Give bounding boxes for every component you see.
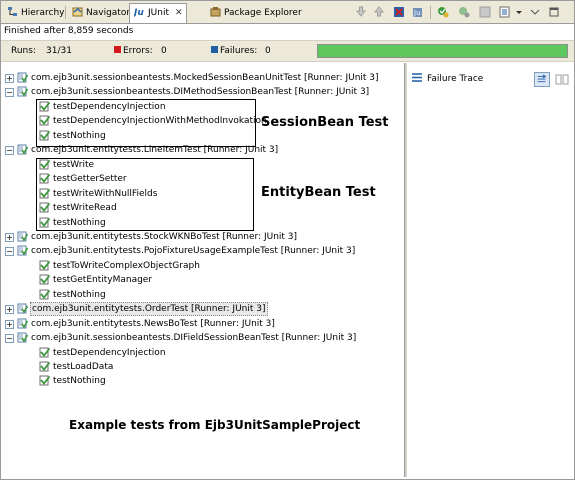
minimize-icon[interactable] (529, 6, 541, 18)
test-pass-icon (39, 361, 50, 372)
expand-toggle-icon[interactable]: + (5, 319, 14, 329)
test-case-label: testGetEntityManager (53, 275, 153, 286)
svg-text:Ju: Ju (134, 8, 144, 17)
tab-package-explorer[interactable]: Package Explorer (206, 4, 305, 22)
tab-junit[interactable]: Ju JUnit ✕ (129, 3, 187, 23)
view-tab-bar: Hierarchy Navigator Ju JUnit ✕ Package Exp… (1, 1, 574, 24)
chevron-down-icon[interactable] (515, 6, 523, 18)
test-suite-label: com.ejb3unit.sessionbeantests.DIFieldSes… (31, 333, 357, 344)
runs-value: 31/31 (46, 46, 72, 56)
hierarchy-icon (8, 7, 17, 16)
failures-counter: Failures: (211, 45, 257, 57)
status-text: Finished after 8,859 seconds (4, 26, 134, 36)
test-suite-pass-icon (17, 332, 28, 343)
test-suite-pass-icon (17, 72, 28, 83)
test-suite-label: com.ejb3unit.entitytests.OrderTest [Runn… (30, 302, 268, 317)
test-suite-pass-icon (17, 231, 28, 242)
test-suite-pass-icon (17, 144, 28, 155)
failures-value: 0 (265, 46, 271, 56)
failure-trace-header: Failure Trace (412, 71, 483, 87)
test-suite-pass-icon (17, 303, 28, 314)
collapse-toggle-icon[interactable]: − (5, 334, 14, 344)
compare-results-icon[interactable] (554, 72, 570, 87)
scroll-lock-icon[interactable] (458, 6, 470, 18)
expand-toggle-icon[interactable]: + (5, 74, 14, 83)
stop-icon[interactable] (393, 6, 405, 18)
error-icon (114, 46, 121, 53)
close-tab-icon[interactable]: ✕ (175, 4, 183, 22)
test-suite-pass-icon (17, 86, 28, 97)
errors-value: 0 (161, 46, 167, 56)
footer-annotation: Example tests from Ejb3UnitSampleProject (69, 418, 361, 432)
entitybean-annotation: EntityBean Test (261, 185, 376, 200)
expand-toggle-icon[interactable]: + (5, 305, 14, 315)
collapse-toggle-icon[interactable]: − (5, 247, 14, 257)
test-suite-pass-icon (17, 318, 28, 329)
test-pass-icon (39, 347, 50, 358)
test-suite-label: com.ejb3unit.entitytests.NewsBoTest [Run… (31, 318, 275, 329)
collapse-toggle-icon[interactable]: − (5, 146, 14, 156)
test-suite-label: com.ejb3unit.sessionbeantests.DIMethodSe… (31, 87, 370, 98)
expand-toggle-icon[interactable]: + (5, 232, 14, 242)
test-pass-icon (39, 375, 50, 386)
tab-hierarchy[interactable]: Hierarchy (3, 4, 68, 22)
pane-divider[interactable] (404, 63, 407, 477)
runs-label: Runs: (11, 46, 36, 56)
toolbar-separator (430, 6, 431, 19)
svg-text:Ju: Ju (413, 9, 421, 17)
test-case-label: testToWriteComplexObjectGraph (53, 260, 200, 271)
navigator-icon (72, 7, 83, 17)
test-pass-icon (39, 260, 50, 271)
history-icon[interactable] (479, 6, 491, 18)
view-menu-icon[interactable] (499, 6, 511, 18)
sessionbean-annotation: SessionBean Test (261, 115, 389, 130)
failure-icon (211, 46, 218, 53)
tab-separator (65, 6, 66, 19)
package-explorer-icon (210, 7, 221, 17)
filter-stack-icon[interactable] (534, 72, 550, 87)
test-case-label: testDependencyInjection (53, 347, 166, 358)
test-suite-label: com.ejb3unit.sessionbeantests.MockedSess… (31, 73, 379, 83)
test-suite-label: com.ejb3unit.entitytests.StockWKNBoTest … (31, 231, 298, 242)
junit-icon: Ju (134, 8, 144, 17)
sessionbean-group-box (36, 99, 256, 147)
rerun-failed-icon[interactable] (437, 6, 449, 18)
entitybean-group-box (36, 158, 254, 231)
failure-trace-icon (412, 73, 422, 82)
junit-view: Hierarchy Navigator Ju JUnit ✕ Package Exp… (0, 0, 575, 480)
errors-counter: Errors: (114, 45, 153, 57)
test-case-label: testNothing (53, 289, 106, 300)
test-pass-icon (39, 274, 50, 285)
tab-navigator[interactable]: Navigator (68, 4, 133, 22)
test-case-label: testLoadData (53, 362, 114, 372)
test-suite-pass-icon (17, 245, 28, 256)
maximize-icon[interactable] (548, 6, 560, 18)
progress-bar (317, 44, 568, 58)
next-failure-icon[interactable] (355, 6, 367, 18)
collapse-toggle-icon[interactable]: − (5, 88, 14, 98)
test-suite-label: com.ejb3unit.entitytests.PojoFixtureUsag… (31, 246, 356, 257)
previous-failure-icon[interactable] (373, 6, 385, 18)
test-case-label: testNothing (53, 376, 106, 387)
test-pass-icon (39, 289, 50, 300)
rerun-icon[interactable]: Ju (412, 6, 424, 18)
